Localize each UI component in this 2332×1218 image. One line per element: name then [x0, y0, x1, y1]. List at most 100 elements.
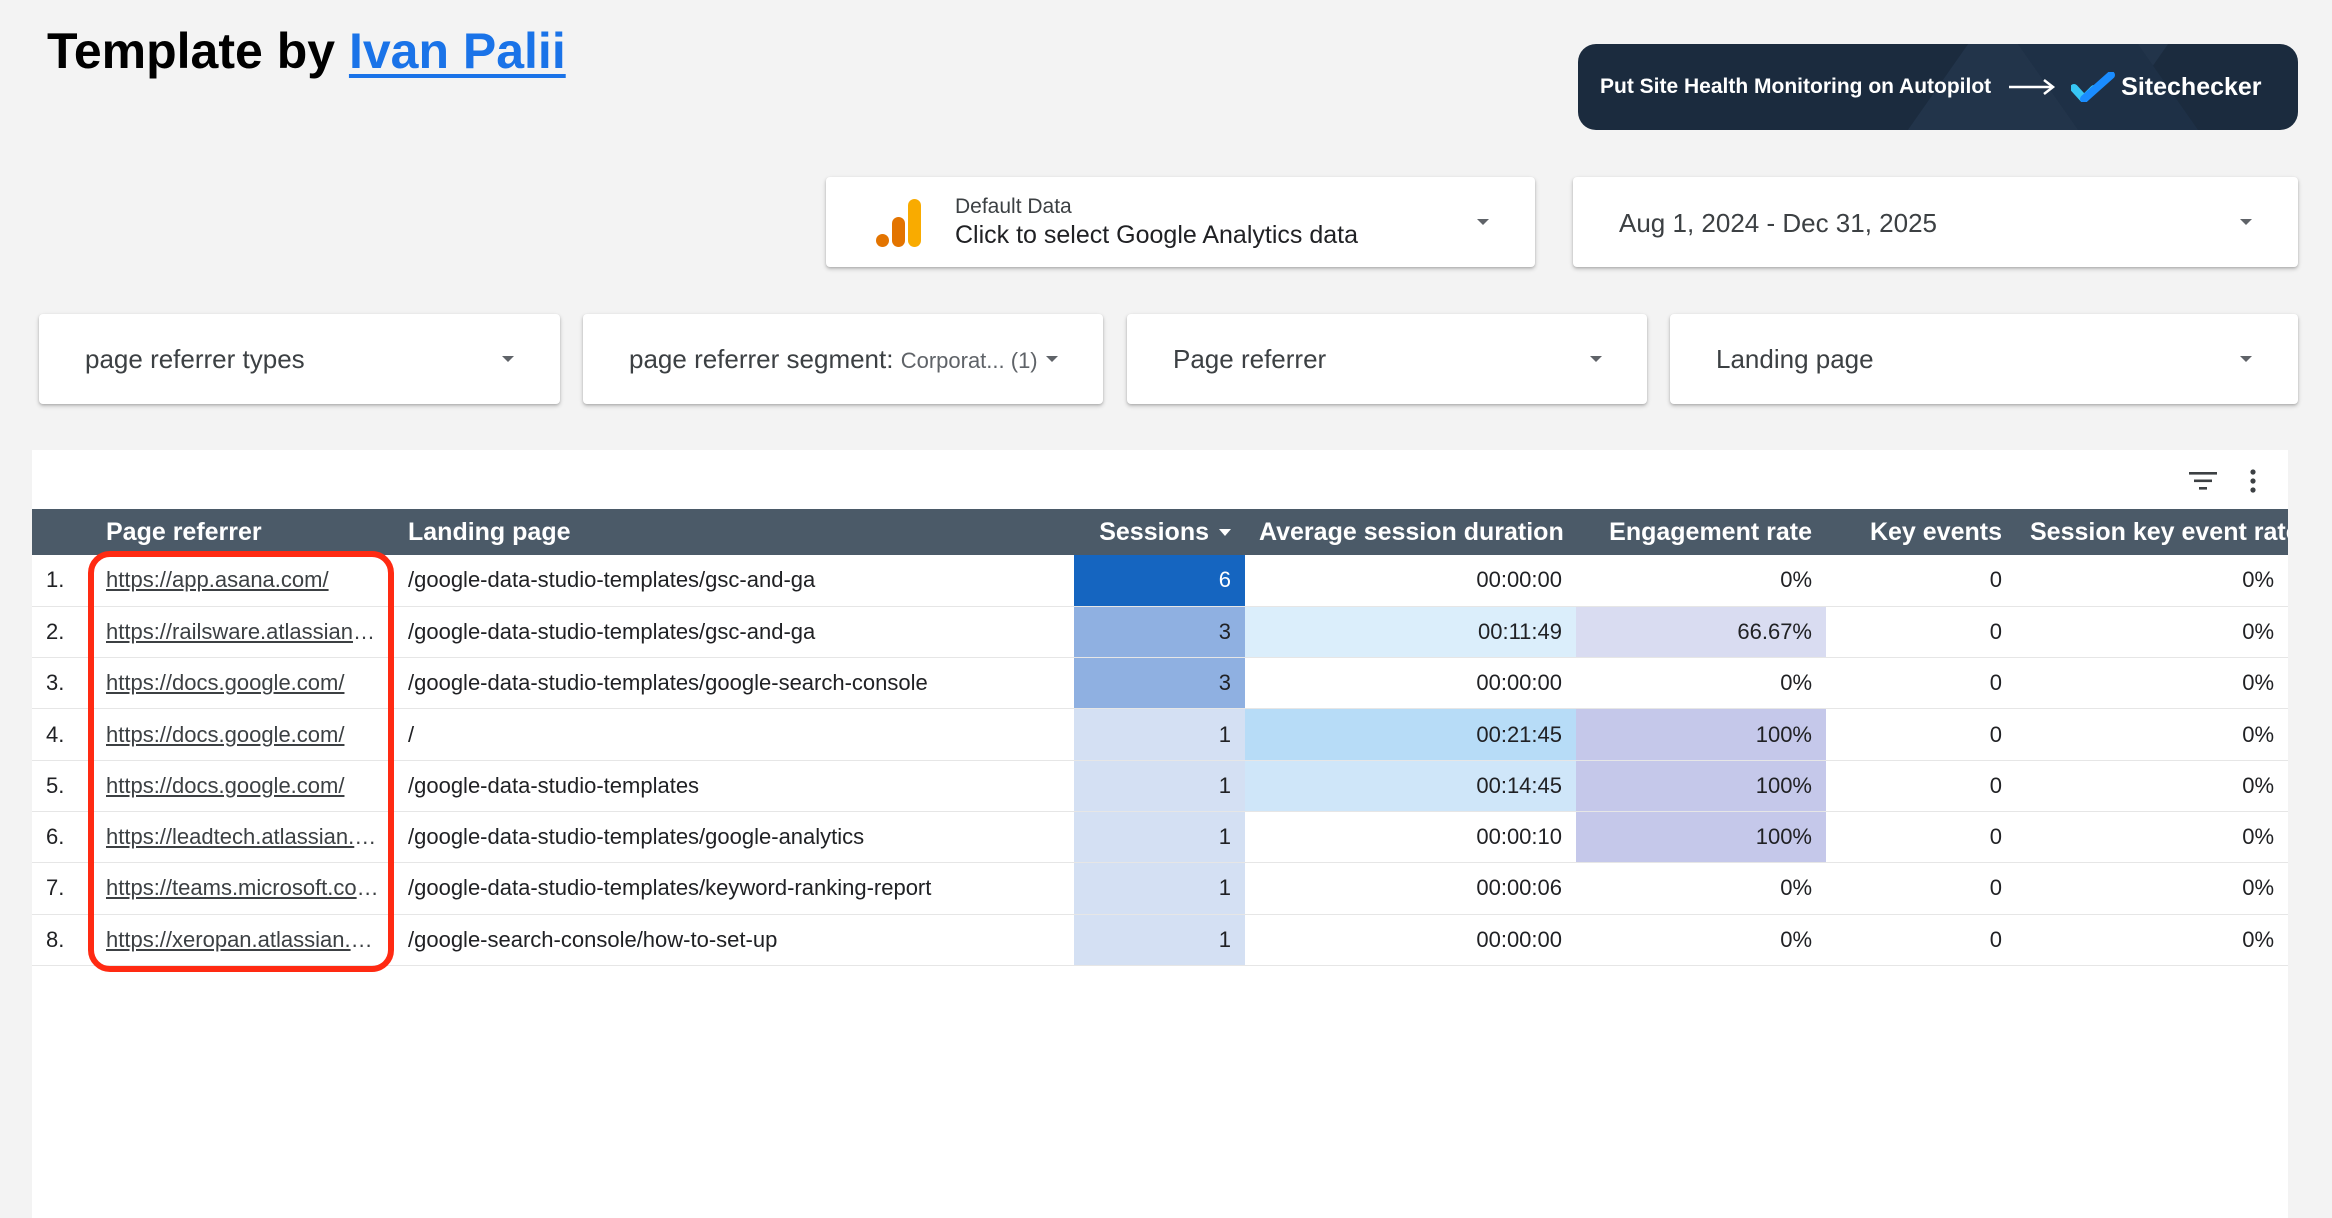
header-sessions[interactable]: Sessions	[1074, 509, 1245, 555]
engagement-rate-cell: 100%	[1576, 760, 1826, 812]
row-index: 7.	[32, 862, 92, 915]
key-events-cell: 0	[1826, 914, 2016, 966]
date-range-picker[interactable]: Aug 1, 2024 - Dec 31, 2025	[1573, 177, 2298, 267]
page-referrer-link[interactable]: https://leadtech.atlassian.net/	[92, 811, 394, 864]
banner-brand: Sitechecker	[2121, 72, 2262, 101]
table-row: 3. https://docs.google.com/ /google-data…	[32, 657, 2288, 710]
row-index: 8.	[32, 914, 92, 966]
chevron-down-icon	[2240, 219, 2252, 225]
key-events-cell: 0	[1826, 760, 2016, 812]
key-event-rate-cell: 0%	[2016, 555, 2288, 607]
more-vert-icon[interactable]	[2248, 468, 2258, 494]
page-referrer-link[interactable]: https://docs.google.com/	[92, 760, 394, 812]
key-events-cell: 0	[1826, 555, 2016, 607]
table-row: 1. https://app.asana.com/ /google-data-s…	[32, 555, 2288, 607]
avg-duration-cell: 00:14:45	[1245, 760, 1576, 812]
sessions-cell: 1	[1074, 708, 1245, 761]
author-link[interactable]: Ivan Palii	[349, 23, 566, 79]
table-row: 2. https://railsware.atlassian.net/ /goo…	[32, 606, 2288, 659]
sessions-cell: 1	[1074, 862, 1245, 915]
key-events-cell: 0	[1826, 657, 2016, 710]
page-referrer-link[interactable]: https://docs.google.com/	[92, 657, 394, 710]
key-events-cell: 0	[1826, 708, 2016, 761]
header-page-referrer[interactable]: Page referrer	[92, 509, 394, 555]
engagement-rate-cell: 66.67%	[1576, 606, 1826, 659]
landing-page-cell: /google-data-studio-templates/keyword-ra…	[394, 862, 1074, 915]
google-analytics-icon	[876, 199, 921, 247]
key-event-rate-cell: 0%	[2016, 760, 2288, 812]
row-index: 2.	[32, 606, 92, 659]
header-sessions-label: Sessions	[1099, 517, 1209, 546]
filter-page-referrer[interactable]: Page referrer	[1127, 314, 1647, 404]
filter-label: Page referrer	[1173, 344, 1327, 374]
sessions-cell: 1	[1074, 811, 1245, 864]
header-key-events[interactable]: Key events	[1826, 509, 2016, 555]
data-table: Page referrer Landing page Sessions Aver…	[32, 509, 2288, 966]
key-event-rate-cell: 0%	[2016, 606, 2288, 659]
key-event-rate-cell: 0%	[2016, 914, 2288, 966]
page-referrer-link[interactable]: https://app.asana.com/	[92, 555, 394, 607]
key-event-rate-cell: 0%	[2016, 708, 2288, 761]
page-title: Template by Ivan Palii	[47, 22, 566, 80]
table-row: 4. https://docs.google.com/ / 1 00:21:45…	[32, 708, 2288, 761]
data-source-value: Click to select Google Analytics data	[955, 221, 1358, 249]
table-row: 8. https://xeropan.atlassian.net/ /googl…	[32, 914, 2288, 966]
chevron-down-icon	[1477, 219, 1489, 225]
table-row: 7. https://teams.microsoft.com/ /google-…	[32, 862, 2288, 915]
landing-page-cell: /google-data-studio-templates/gsc-and-ga	[394, 555, 1074, 607]
filter-page-referrer-types[interactable]: page referrer types	[39, 314, 560, 404]
sitechecker-banner[interactable]: Put Site Health Monitoring on Autopilot …	[1578, 44, 2298, 130]
date-range-value: Aug 1, 2024 - Dec 31, 2025	[1619, 208, 1938, 238]
chevron-down-icon	[502, 356, 514, 362]
table-row: 6. https://leadtech.atlassian.net/ /goog…	[32, 811, 2288, 864]
row-index: 3.	[32, 657, 92, 710]
key-event-rate-cell: 0%	[2016, 657, 2288, 710]
landing-page-cell: /	[394, 708, 1074, 761]
engagement-rate-cell: 0%	[1576, 862, 1826, 915]
table-panel: Page referrer Landing page Sessions Aver…	[32, 450, 2288, 1218]
title-prefix: Template by	[47, 23, 349, 79]
filter-page-referrer-segment[interactable]: page referrer segment: Corporat... (1)	[583, 314, 1103, 404]
header-landing-page[interactable]: Landing page	[394, 509, 1074, 555]
data-source-label: Default Data	[955, 195, 1072, 218]
data-source-selector[interactable]: Default Data Click to select Google Anal…	[826, 177, 1535, 267]
engagement-rate-cell: 0%	[1576, 555, 1826, 607]
filter-label-text: page referrer segment	[629, 344, 887, 374]
table-header-row: Page referrer Landing page Sessions Aver…	[32, 509, 2288, 555]
filter-landing-page[interactable]: Landing page	[1670, 314, 2298, 404]
row-index: 1.	[32, 555, 92, 607]
page-referrer-link[interactable]: https://railsware.atlassian.net/	[92, 606, 394, 659]
avg-duration-cell: 00:00:00	[1245, 657, 1576, 710]
engagement-rate-cell: 0%	[1576, 914, 1826, 966]
page-referrer-link[interactable]: https://docs.google.com/	[92, 708, 394, 761]
row-index: 6.	[32, 811, 92, 864]
row-index: 5.	[32, 760, 92, 812]
banner-text: Put Site Health Monitoring on Autopilot	[1600, 75, 1992, 98]
filter-selection: Corporat... (1)	[900, 348, 1038, 373]
engagement-rate-cell: 0%	[1576, 657, 1826, 710]
filter-icon[interactable]	[2188, 470, 2218, 492]
key-events-cell: 0	[1826, 811, 2016, 864]
avg-duration-cell: 00:00:10	[1245, 811, 1576, 864]
filter-label: page referrer segment: Corporat... (1)	[629, 344, 1038, 374]
sitechecker-check-icon	[2071, 72, 2116, 102]
key-events-cell: 0	[1826, 606, 2016, 659]
landing-page-cell: /google-search-console/how-to-set-up	[394, 914, 1074, 966]
key-event-rate-cell: 0%	[2016, 862, 2288, 915]
page-referrer-link[interactable]: https://xeropan.atlassian.net/	[92, 914, 394, 966]
landing-page-cell: /google-data-studio-templates/gsc-and-ga	[394, 606, 1074, 659]
engagement-rate-cell: 100%	[1576, 708, 1826, 761]
landing-page-cell: /google-data-studio-templates/google-ana…	[394, 811, 1074, 864]
avg-duration-cell: 00:00:06	[1245, 862, 1576, 915]
sort-desc-icon	[1219, 529, 1231, 537]
header-engagement-rate[interactable]: Engagement rate	[1576, 509, 1826, 555]
avg-duration-cell: 00:00:00	[1245, 914, 1576, 966]
filter-label: Landing page	[1716, 344, 1874, 374]
sessions-cell: 1	[1074, 914, 1245, 966]
header-session-key-event-rate[interactable]: Session key event rate	[2016, 509, 2288, 555]
chevron-down-icon	[2240, 356, 2252, 362]
arrow-right-icon	[2009, 79, 2056, 95]
header-avg-session-duration[interactable]: Average session duration	[1245, 509, 1576, 555]
page-referrer-link[interactable]: https://teams.microsoft.com/	[92, 862, 394, 915]
row-index: 4.	[32, 708, 92, 761]
